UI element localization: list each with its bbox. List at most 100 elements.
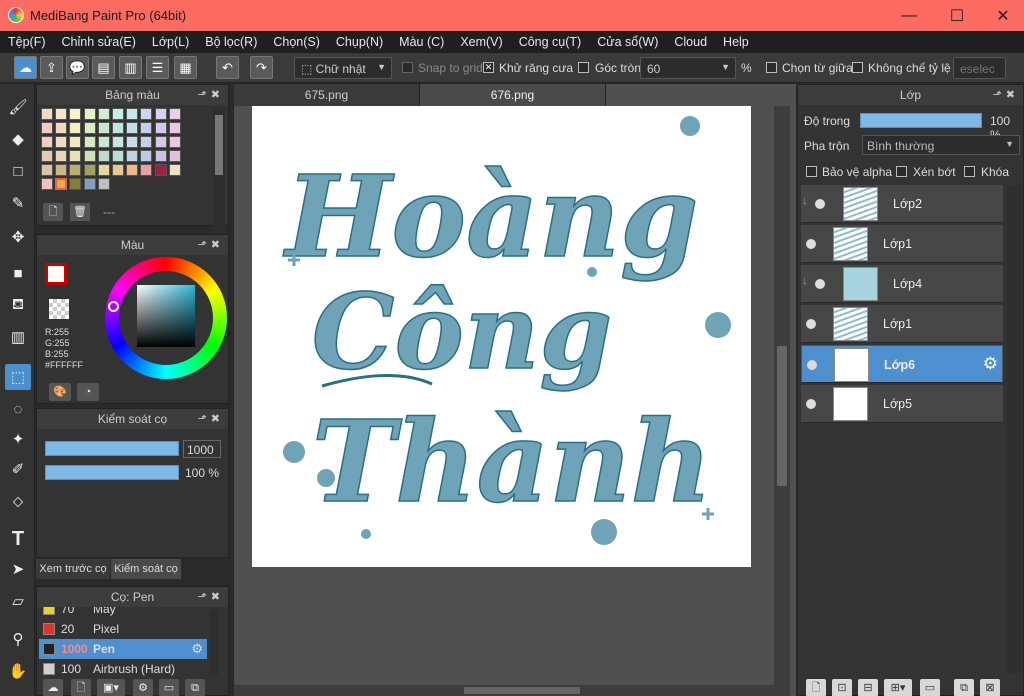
- cloud-brush-icon[interactable]: ☁: [43, 679, 63, 696]
- checklist-icon[interactable]: ▦: [174, 56, 197, 79]
- layer-row[interactable]: Lớp5: [801, 385, 1003, 423]
- brush-opacity-slider[interactable]: [45, 465, 179, 480]
- palette-icon[interactable]: 🎨: [49, 383, 71, 401]
- palette-swatch[interactable]: [97, 178, 110, 190]
- upload-icon[interactable]: ⇪: [40, 56, 63, 79]
- palette-swatch[interactable]: [83, 150, 96, 162]
- clip-checkbox[interactable]: [896, 166, 907, 177]
- tab-brush-preview[interactable]: Xem trước cọ: [36, 559, 110, 579]
- palette-swatch[interactable]: [140, 108, 153, 120]
- eraser-tool-icon[interactable]: ◆: [5, 126, 31, 152]
- hue-wheel[interactable]: [105, 257, 227, 379]
- redo-icon[interactable]: ↷: [250, 56, 273, 79]
- palette-swatch[interactable]: [97, 122, 110, 134]
- lasso-tool-icon[interactable]: ◌: [5, 396, 31, 422]
- menu-file[interactable]: Tệp(F): [0, 35, 54, 49]
- palette-swatch[interactable]: [41, 136, 53, 148]
- brush-item[interactable]: 100 Airbrush (Hard): [39, 659, 207, 677]
- palette-swatch[interactable]: [69, 136, 82, 148]
- palette-swatch[interactable]: [55, 164, 68, 176]
- bucket-tool-icon[interactable]: ⛾: [5, 292, 31, 318]
- layer-opacity-slider[interactable]: [860, 113, 982, 128]
- new-layer-icon[interactable]: 🗋: [806, 679, 826, 696]
- tab-675[interactable]: 675.png: [234, 84, 420, 106]
- layer-row[interactable]: Lớp1: [801, 305, 1003, 343]
- palette-swatch[interactable]: [140, 164, 153, 176]
- layer-row[interactable]: Lớp6 ⚙: [801, 345, 1003, 383]
- eye-icon[interactable]: [806, 239, 816, 249]
- comment-icon[interactable]: ▤: [92, 56, 115, 79]
- eye-icon[interactable]: [806, 319, 816, 329]
- primary-color-swatch[interactable]: [45, 263, 67, 285]
- canvas-artwork[interactable]: Hoàng Công Thành: [252, 106, 751, 567]
- palette-swatch[interactable]: [69, 108, 82, 120]
- palette-swatch[interactable]: [126, 122, 139, 134]
- palette-swatch[interactable]: [55, 122, 68, 134]
- layer-row[interactable]: ↓ Lớp4: [801, 265, 1003, 303]
- palette-swatch[interactable]: [97, 164, 110, 176]
- palette-swatch[interactable]: [112, 136, 124, 148]
- palette-swatch[interactable]: [83, 136, 96, 148]
- palette-swatch[interactable]: [112, 164, 124, 176]
- palette-swatch[interactable]: [55, 178, 68, 190]
- add-layer-menu-icon[interactable]: ⊞▾: [884, 679, 912, 696]
- corner-value-select[interactable]: 60 ▼: [640, 57, 736, 79]
- palette-swatch[interactable]: [69, 178, 82, 190]
- new-8bit-layer-icon[interactable]: ⊟: [858, 679, 878, 696]
- palette-swatch[interactable]: [83, 164, 96, 176]
- tab-brush-control[interactable]: Kiểm soát cọ: [111, 559, 181, 579]
- palette-swatch[interactable]: [126, 164, 139, 176]
- snap-to-grid-checkbox[interactable]: [402, 62, 413, 73]
- menu-select[interactable]: Chọn(S): [265, 35, 328, 49]
- constrain-ratio-checkbox[interactable]: [852, 62, 863, 73]
- palette-swatch[interactable]: [154, 108, 167, 120]
- folder-icon[interactable]: ▭: [159, 679, 179, 696]
- gear-icon[interactable]: ⚙: [983, 354, 998, 374]
- palette-swatch[interactable]: [41, 164, 53, 176]
- brush-item[interactable]: 70 Mây: [39, 607, 207, 619]
- document-icon[interactable]: ▥: [119, 56, 142, 79]
- fill-rect-tool-icon[interactable]: ■: [5, 260, 31, 286]
- palette-swatch[interactable]: [97, 108, 110, 120]
- new-file-icon[interactable]: 🗋: [43, 203, 63, 221]
- cloud-icon[interactable]: ☁: [14, 56, 37, 79]
- palette-swatch[interactable]: [168, 108, 181, 120]
- palette-swatch[interactable]: [41, 150, 53, 162]
- duplicate-icon[interactable]: ⧉: [185, 679, 205, 696]
- palette-swatch[interactable]: [69, 150, 82, 162]
- palette-swatch[interactable]: [69, 122, 82, 134]
- brush-scrollbar[interactable]: [209, 609, 219, 675]
- menu-view[interactable]: Xem(V): [452, 35, 510, 49]
- menu-help[interactable]: Help: [715, 35, 757, 49]
- layer-scrollbar[interactable]: [1007, 185, 1022, 673]
- palette-swatch[interactable]: [154, 122, 167, 134]
- palette-swatch[interactable]: [41, 122, 53, 134]
- settings-list-icon[interactable]: ☰: [146, 56, 169, 79]
- divide-tool-icon[interactable]: ▱: [5, 588, 31, 614]
- layer-row[interactable]: ↓ Lớp2: [801, 185, 1003, 223]
- new-halftone-layer-icon[interactable]: ⊡: [832, 679, 852, 696]
- dot-brush-icon[interactable]: ✎: [5, 190, 31, 216]
- palette-swatch[interactable]: [168, 136, 181, 148]
- panel-window-icon[interactable]: ⬏✖: [993, 85, 1019, 105]
- select-pen-icon[interactable]: ✐: [5, 456, 31, 482]
- palette-swatch[interactable]: [83, 122, 96, 134]
- move-tool-icon[interactable]: ✥: [5, 224, 31, 250]
- panel-window-icon[interactable]: ⬏✖: [198, 587, 224, 607]
- brush-options-icon[interactable]: ▣▾: [97, 679, 125, 696]
- select-eraser-icon[interactable]: ⬦: [5, 488, 31, 514]
- brush-settings-icon[interactable]: ⚙: [133, 679, 153, 696]
- protect-alpha-checkbox[interactable]: [806, 166, 817, 177]
- palette-swatch[interactable]: [55, 136, 68, 148]
- blend-mode-select[interactable]: Bình thường ▼: [862, 135, 1020, 155]
- gear-icon[interactable]: ⚙: [191, 641, 203, 657]
- close-button[interactable]: ✕: [980, 0, 1024, 31]
- palette-swatch[interactable]: [41, 178, 53, 190]
- merge-layer-icon[interactable]: ⊠: [980, 679, 1000, 696]
- trash-icon[interactable]: 🗑: [70, 203, 90, 221]
- eye-icon[interactable]: [806, 399, 816, 409]
- palette-swatch[interactable]: [168, 164, 181, 176]
- saturation-value-square[interactable]: [137, 285, 195, 347]
- eye-icon[interactable]: [807, 360, 817, 370]
- palette-scroll-thumb[interactable]: [215, 115, 223, 175]
